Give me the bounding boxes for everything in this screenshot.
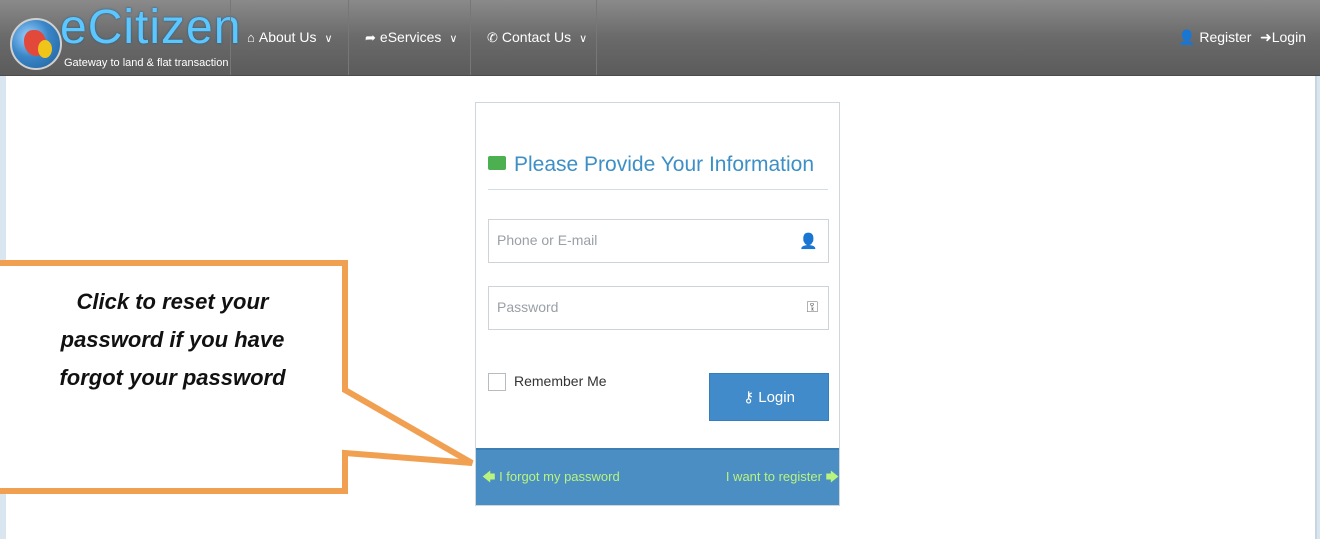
callout-line: Click to reset your (76, 289, 269, 314)
callout-line: password if you have (60, 327, 285, 352)
login-button[interactable]: ⚷ Login (709, 373, 829, 421)
nav-register[interactable]: 👤 Register (1178, 0, 1251, 75)
login-panel: Please Provide Your Information 👤 ⚿ Reme… (475, 102, 840, 506)
nav-eservices[interactable]: ➦ eServices ∨ (348, 0, 470, 75)
nav-eservices-label: eServices (379, 29, 442, 45)
brand-name: eCitizen (60, 1, 242, 54)
user-icon: 👤 (799, 233, 818, 250)
nav-contact-us-label: Contact Us (501, 29, 572, 45)
password-input[interactable] (489, 287, 787, 327)
nav-contact-us[interactable]: ✆ Contact Us ∨ (470, 0, 597, 75)
nav-login[interactable]: ➜Login (1260, 0, 1306, 75)
panel-footer: 🡄 I forgot my password I want to registe… (476, 448, 839, 505)
phone-email-field: 👤 (488, 219, 829, 263)
register-link[interactable]: I want to register 🡆 (726, 468, 839, 490)
panel-title: Please Provide Your Information (488, 153, 828, 190)
nav-login-label: Login (1271, 29, 1306, 45)
share-icon: ➦ (365, 30, 376, 45)
login-button-label: Login (758, 389, 795, 406)
coffee-cup-icon (488, 156, 506, 171)
password-field: ⚿ (488, 286, 829, 330)
chevron-down-icon: ∨ (579, 33, 588, 45)
phone-icon: ✆ (487, 30, 498, 45)
callout-text: Click to reset your password if you have… (0, 283, 345, 397)
chevron-down-icon: ∨ (449, 33, 458, 45)
remember-me-checkbox[interactable] (488, 373, 506, 392)
remember-me[interactable]: Remember Me (488, 373, 607, 395)
forgot-password-label: I forgot my password (499, 469, 620, 484)
register-link-label: I want to register (725, 469, 822, 484)
brand-tagline: Gateway to land & flat transaction (64, 57, 229, 69)
top-navbar: eCitizen Gateway to land & flat transact… (0, 0, 1320, 76)
callout-line: forgot your password (59, 365, 286, 390)
globe-logo-icon (10, 18, 62, 70)
phone-email-input[interactable] (489, 220, 787, 260)
arrow-left-icon: 🡄 (482, 469, 496, 484)
panel-title-text: Please Provide Your Information (514, 153, 815, 176)
sign-in-icon: ➜ (1260, 29, 1272, 45)
key-icon: ⚿ (806, 299, 818, 316)
home-icon: ⌂ (247, 30, 255, 45)
chevron-down-icon: ∨ (324, 33, 333, 45)
nav-about-us-label: About Us (258, 29, 317, 45)
nav-about-us[interactable]: ⌂ About Us ∨ (230, 0, 348, 75)
nav-register-label: Register (1199, 29, 1252, 45)
arrow-right-icon: 🡆 (825, 469, 839, 484)
key-icon: ⚷ (743, 389, 755, 406)
remember-me-label: Remember Me (514, 373, 607, 389)
user-icon: 👤 (1178, 29, 1196, 45)
brand-logo[interactable]: eCitizen Gateway to land & flat transact… (8, 2, 240, 74)
forgot-password-link[interactable]: 🡄 I forgot my password (482, 468, 620, 490)
